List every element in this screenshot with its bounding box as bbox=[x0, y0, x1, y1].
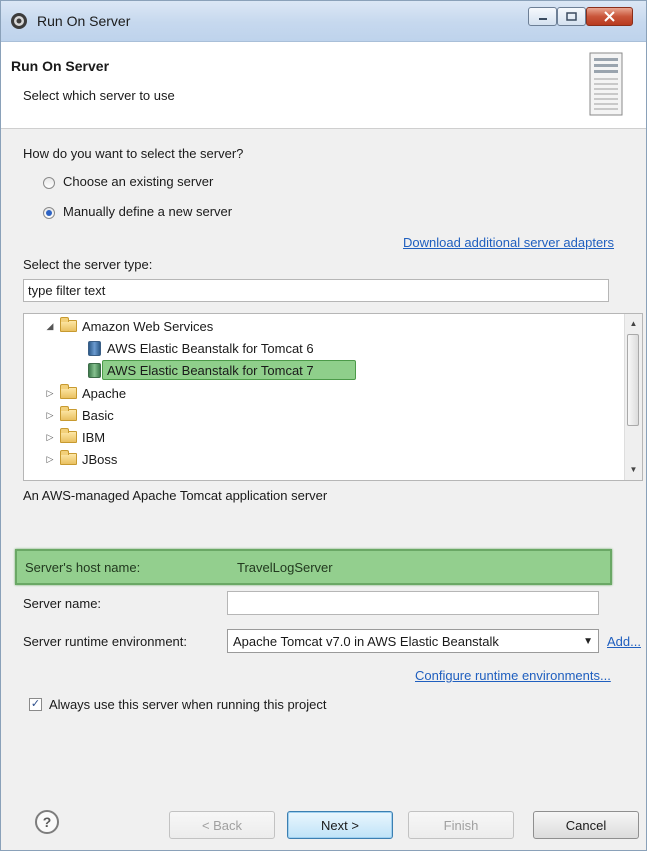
server-icon bbox=[88, 340, 101, 356]
tree-scrollbar[interactable]: ▲ ▼ bbox=[624, 314, 642, 480]
tree-item-label: Apache bbox=[82, 385, 127, 401]
finish-button[interactable]: Finish bbox=[408, 811, 514, 839]
tree-item-amazon[interactable]: ◢ Amazon Web Services bbox=[44, 316, 213, 336]
window-title: Run On Server bbox=[37, 13, 131, 29]
server-description: An AWS-managed Apache Tomcat application… bbox=[23, 488, 328, 503]
tree-item-tomcat6[interactable]: AWS Elastic Beanstalk for Tomcat 6 bbox=[88, 338, 314, 358]
eclipse-gear-icon bbox=[11, 13, 27, 29]
host-name-input[interactable]: TravelLogServer bbox=[237, 560, 333, 575]
tree-item-tomcat7[interactable]: AWS Elastic Beanstalk for Tomcat 7 bbox=[88, 360, 314, 380]
add-runtime-link[interactable]: Add... bbox=[607, 634, 641, 649]
close-button[interactable] bbox=[586, 7, 633, 26]
folder-icon bbox=[60, 317, 77, 332]
cancel-button[interactable]: Cancel bbox=[533, 811, 639, 839]
minimize-button[interactable] bbox=[528, 7, 557, 26]
server-type-label: Select the server type: bbox=[23, 257, 153, 272]
host-name-row: Server's host name: TravelLogServer bbox=[15, 549, 612, 585]
scroll-up-icon[interactable]: ▲ bbox=[625, 316, 642, 332]
tree-item-label: JBoss bbox=[82, 451, 118, 467]
runtime-env-value: Apache Tomcat v7.0 in AWS Elastic Beanst… bbox=[233, 633, 499, 649]
help-button[interactable]: ? bbox=[35, 810, 59, 834]
close-icon bbox=[604, 11, 615, 22]
scrollbar-thumb[interactable] bbox=[627, 334, 639, 426]
collapse-arrow-icon[interactable]: ◢ bbox=[44, 321, 56, 332]
tree-item-jboss[interactable]: ▷ JBoss bbox=[44, 449, 117, 469]
maximize-button[interactable] bbox=[557, 7, 586, 26]
server-name-label: Server name: bbox=[23, 596, 102, 611]
tree-item-apache[interactable]: ▷ Apache bbox=[44, 383, 126, 403]
minimize-icon bbox=[538, 17, 547, 20]
tree-item-ibm[interactable]: ▷ IBM bbox=[44, 427, 105, 447]
radio-existing-server[interactable] bbox=[43, 177, 55, 189]
runtime-env-label: Server runtime environment: bbox=[23, 634, 188, 649]
runtime-env-select[interactable]: Apache Tomcat v7.0 in AWS Elastic Beanst… bbox=[227, 629, 599, 653]
back-button[interactable]: < Back bbox=[169, 811, 275, 839]
server-type-filter-input[interactable]: type filter text bbox=[23, 279, 609, 302]
tree-item-label: Basic bbox=[82, 407, 114, 423]
folder-icon bbox=[60, 384, 77, 399]
folder-icon bbox=[60, 450, 77, 465]
tree-item-label: IBM bbox=[82, 429, 106, 445]
next-button[interactable]: Next > bbox=[287, 811, 393, 839]
selection-question: How do you want to select the server? bbox=[23, 146, 244, 161]
folder-icon bbox=[60, 428, 77, 443]
server-type-tree[interactable]: ◢ Amazon Web Services AWS Elastic Beanst… bbox=[23, 313, 643, 481]
radio-existing-label[interactable]: Choose an existing server bbox=[63, 174, 213, 189]
server-banner-icon bbox=[589, 52, 623, 116]
dropdown-arrow-icon[interactable]: ▼ bbox=[583, 636, 593, 647]
radio-new-label[interactable]: Manually define a new server bbox=[63, 204, 232, 219]
tree-item-label: AWS Elastic Beanstalk for Tomcat 6 bbox=[107, 340, 314, 356]
server-name-input[interactable] bbox=[227, 591, 599, 615]
tree-item-basic[interactable]: ▷ Basic bbox=[44, 405, 114, 425]
dialog-window: Run On Server Run On Server Select which… bbox=[0, 0, 647, 851]
always-use-checkbox[interactable]: ✓ bbox=[29, 698, 42, 711]
scroll-down-icon[interactable]: ▼ bbox=[625, 462, 642, 478]
tree-item-label: AWS Elastic Beanstalk for Tomcat 7 bbox=[107, 362, 314, 378]
server-icon bbox=[88, 362, 101, 378]
header-subtitle: Select which server to use bbox=[23, 88, 175, 103]
help-icon: ? bbox=[42, 814, 52, 830]
configure-runtime-link[interactable]: Configure runtime environments... bbox=[415, 668, 611, 683]
folder-icon bbox=[60, 406, 77, 421]
host-name-label: Server's host name: bbox=[25, 560, 141, 575]
expand-arrow-icon[interactable]: ▷ bbox=[44, 432, 56, 443]
header-title: Run On Server bbox=[11, 58, 110, 74]
dialog-header: Run On Server Select which server to use bbox=[1, 42, 646, 129]
title-bar[interactable]: Run On Server bbox=[1, 1, 646, 42]
always-use-label[interactable]: Always use this server when running this… bbox=[49, 697, 326, 712]
radio-new-server[interactable] bbox=[43, 207, 55, 219]
expand-arrow-icon[interactable]: ▷ bbox=[44, 454, 56, 465]
tree-item-label: Amazon Web Services bbox=[82, 318, 214, 334]
expand-arrow-icon[interactable]: ▷ bbox=[44, 388, 56, 399]
download-adapters-link[interactable]: Download additional server adapters bbox=[403, 235, 614, 250]
expand-arrow-icon[interactable]: ▷ bbox=[44, 410, 56, 421]
maximize-icon bbox=[566, 12, 577, 21]
